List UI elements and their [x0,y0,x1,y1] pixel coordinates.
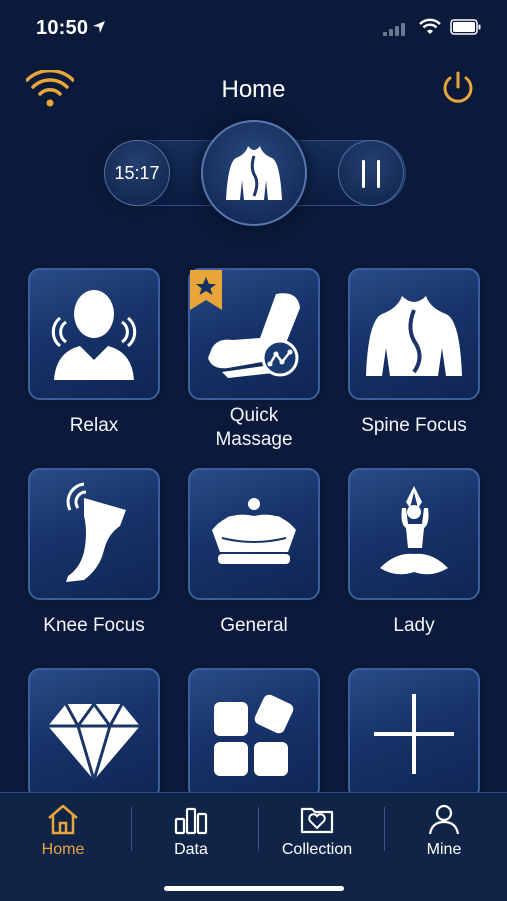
tab-bar: Home Data Collection Mine [0,792,507,901]
wifi-status-icon [419,18,441,34]
battery-icon [450,19,481,35]
star-bookmark-icon [190,270,222,310]
back-body-icon [366,296,462,376]
folder-heart-icon [300,807,334,834]
program-tile-add[interactable] [348,668,480,800]
program-tile-quick-massage[interactable] [188,268,320,400]
tab-home[interactable]: Home [0,793,126,873]
tab-mine-label: Mine [426,841,462,858]
page-title: Home [221,76,286,103]
tab-collection-label: Collection [281,841,353,858]
program-tile-relax[interactable] [28,268,160,400]
signal-icon [383,23,405,36]
program-tile-knee-focus[interactable] [28,468,160,600]
program-tile-apps[interactable] [188,668,320,800]
header: Home [0,56,507,122]
body-mode-button[interactable] [201,120,307,226]
yoga-icon [380,486,448,575]
home-icon [48,804,78,835]
program-tile-diamond[interactable] [28,668,160,800]
status-bar: 10:50 [0,0,507,56]
tab-mine[interactable]: Mine [381,793,507,873]
head-massage-icon [51,290,137,380]
back-body-icon [226,146,282,200]
program-label-general: General [220,615,288,636]
power-icon[interactable] [438,68,478,108]
program-tile-spine-focus[interactable] [348,268,480,400]
leg-icon [66,482,126,582]
pause-icon [362,160,365,188]
program-label-relax: Relax [69,415,119,436]
plus-icon [374,694,454,774]
crown-icon [212,498,296,564]
tab-data-label: Data [174,841,208,858]
program-tile-general[interactable] [188,468,320,600]
timer-display[interactable]: 15:17 [104,140,170,206]
program-label-lady: Lady [393,615,435,636]
massage-control-cluster: 15:17 [100,118,410,228]
program-label-knee-focus: Knee Focus [43,615,145,636]
tab-collection[interactable]: Collection [254,793,380,873]
user-icon [428,804,460,835]
apps-grid-icon [214,694,294,776]
bar-chart-icon [174,807,208,835]
location-arrow-icon [93,21,105,33]
program-label-spine-focus: Spine Focus [361,415,467,436]
pause-button[interactable] [338,140,404,206]
program-tile-lady[interactable] [348,468,480,600]
home-indicator[interactable] [164,886,344,891]
status-time: 10:50 [36,17,89,39]
program-label-quick-massage: Quick Massage [215,405,293,450]
tab-data[interactable]: Data [128,793,254,873]
tab-home-label: Home [41,841,85,858]
timer-value: 15:17 [114,162,160,183]
diamond-icon [48,701,140,781]
